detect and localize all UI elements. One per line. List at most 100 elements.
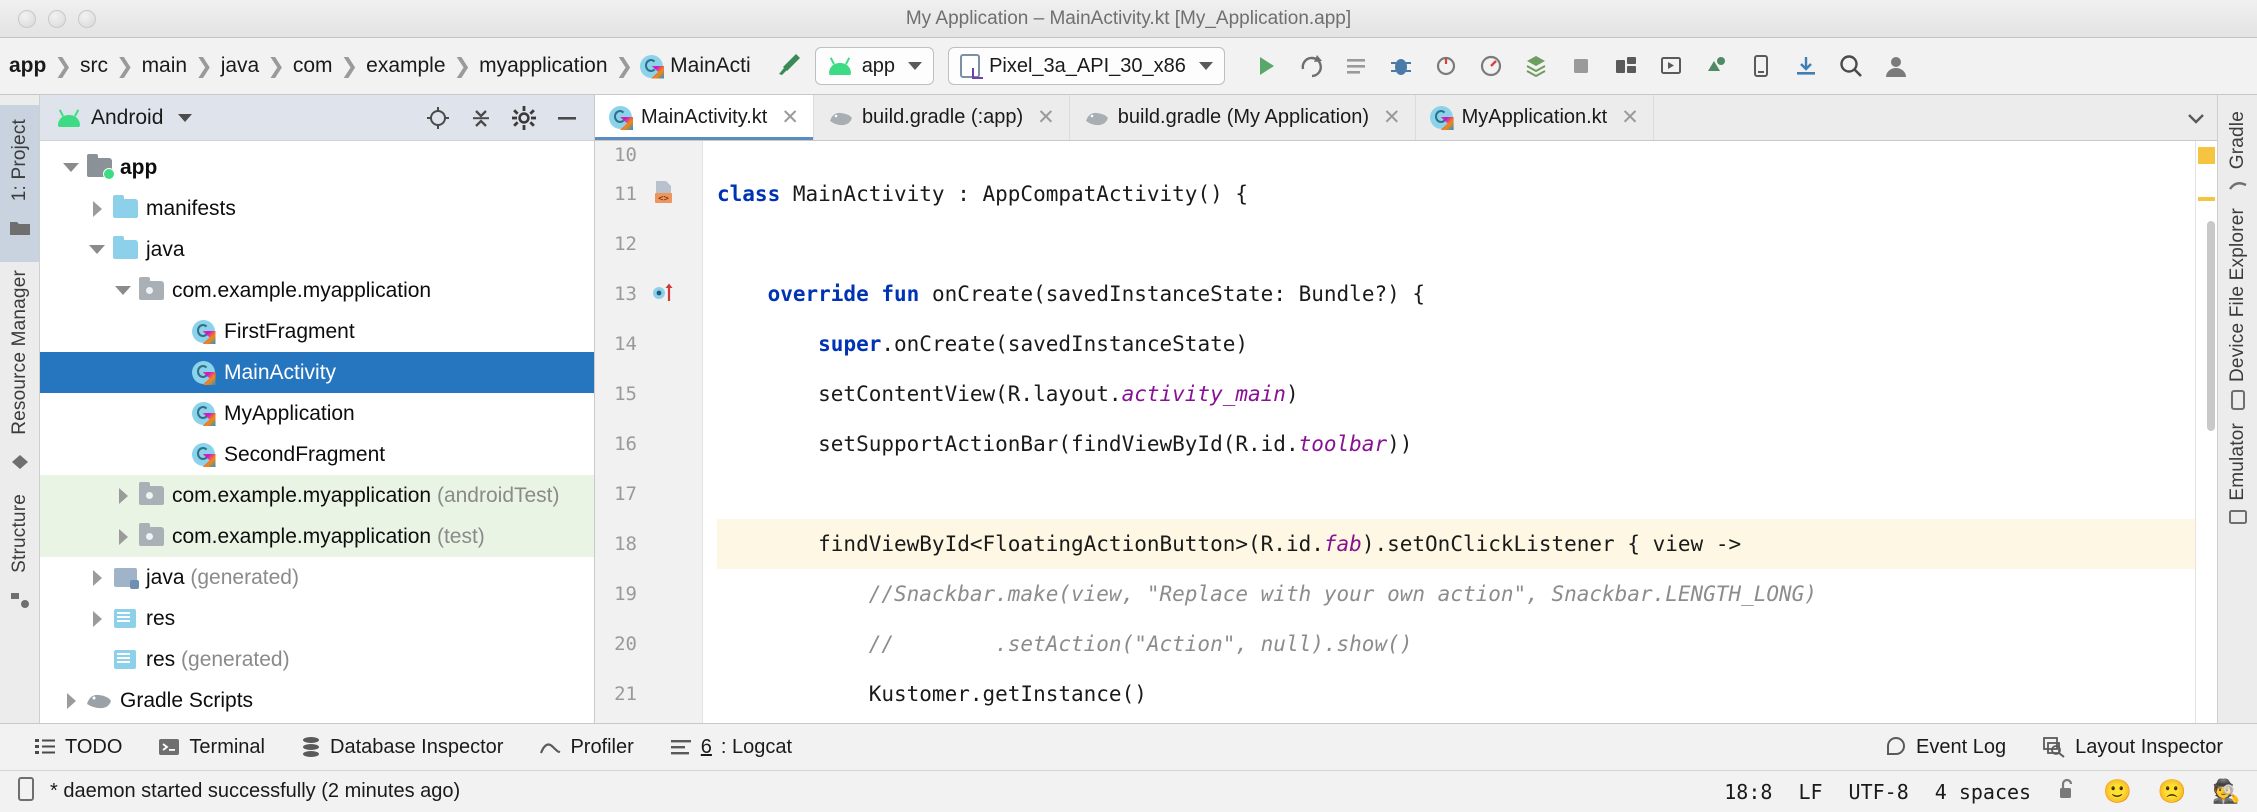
hide-panel-icon[interactable]	[550, 101, 584, 135]
code-line[interactable]: .openNewConversation()	[717, 719, 2195, 723]
sidebar-item-resource-manager[interactable]: Resource Manager	[9, 262, 31, 443]
editor-marker-bar[interactable]	[2195, 141, 2217, 723]
tree-row[interactable]: com.example.myapplication (androidTest)	[40, 475, 594, 516]
avatar-icon[interactable]	[1875, 45, 1917, 87]
breadcrumb-com[interactable]: com	[286, 54, 340, 78]
code-content[interactable]: class MainActivity : AppCompatActivity()…	[703, 141, 2195, 723]
breadcrumb-file[interactable]: MainActi	[634, 54, 757, 79]
breadcrumb-example[interactable]: example	[359, 54, 452, 78]
device-file-explorer-icon[interactable]	[1740, 45, 1782, 87]
tree-row[interactable]: res (generated)	[40, 639, 594, 680]
chevron-right-icon[interactable]	[84, 200, 110, 217]
chevron-down-icon[interactable]	[84, 245, 110, 254]
sidebar-item-structure[interactable]: Structure	[9, 486, 31, 581]
tree-row[interactable]: MyApplication	[40, 393, 594, 434]
chevron-down-icon[interactable]	[110, 286, 136, 295]
close-icon[interactable]: ✕	[1616, 105, 1639, 130]
debug-icon[interactable]	[1380, 45, 1422, 87]
gutter-line[interactable]: 12	[595, 219, 702, 269]
breadcrumb-java[interactable]: java	[214, 54, 267, 78]
tree-row[interactable]: FirstFragment	[40, 311, 594, 352]
chevron-right-icon[interactable]	[110, 487, 136, 504]
tab-overflow-chevron-down-icon[interactable]	[2175, 95, 2217, 140]
device-file-explorer-icon[interactable]	[2229, 390, 2247, 415]
project-tree[interactable]: app manifests java com.example.myapplicatio…	[40, 141, 594, 723]
emulator-icon[interactable]	[2228, 509, 2248, 532]
line-separator[interactable]: LF	[1798, 780, 1822, 804]
tree-row[interactable]: com.example.myapplication	[40, 270, 594, 311]
maximize-button[interactable]	[78, 9, 96, 28]
close-icon[interactable]: ✕	[776, 105, 799, 130]
device-manager-icon[interactable]	[1695, 45, 1737, 87]
code-line[interactable]: findViewById<FloatingActionButton>(R.id.…	[717, 519, 2195, 569]
override-method-marker-icon[interactable]	[651, 279, 679, 310]
avd-manager-icon[interactable]	[1650, 45, 1692, 87]
run-configuration-selector[interactable]: app	[814, 47, 935, 85]
breadcrumb-main[interactable]: main	[135, 54, 195, 78]
gradle-icon[interactable]	[2228, 177, 2248, 200]
chevron-right-icon[interactable]	[84, 610, 110, 627]
inspector-face-icon[interactable]: 🕵	[2212, 778, 2241, 805]
chevron-down-icon[interactable]	[58, 163, 84, 172]
code-line[interactable]: Kustomer.getInstance()	[717, 669, 2195, 719]
editor-tab[interactable]: MainActivity.kt ✕	[595, 95, 814, 140]
code-line[interactable]: setContentView(R.layout. activity_main)	[717, 369, 2195, 419]
close-icon[interactable]: ✕	[1378, 105, 1401, 130]
stop-icon[interactable]	[1335, 45, 1377, 87]
gutter-line[interactable]: 11 <>	[595, 169, 702, 219]
attach-debugger-icon[interactable]	[1425, 45, 1467, 87]
tree-row[interactable]: SecondFragment	[40, 434, 594, 475]
tree-row[interactable]: java (generated)	[40, 557, 594, 598]
tree-row[interactable]: Gradle Scripts	[40, 680, 594, 721]
code-line[interactable]	[717, 141, 2195, 169]
gutter-line[interactable]: 18	[595, 519, 702, 569]
tool-button-database-inspector[interactable]: Database Inspector	[283, 736, 521, 759]
sdk-manager-icon[interactable]	[1605, 45, 1647, 87]
code-line[interactable]: //Snackbar.make(view, "Replace with your…	[717, 569, 2195, 619]
stop-square-icon[interactable]	[1560, 45, 1602, 87]
file-encoding[interactable]: UTF-8	[1849, 780, 1909, 804]
chevron-right-icon[interactable]	[58, 692, 84, 709]
gutter-line[interactable]: 15	[595, 369, 702, 419]
tree-row[interactable]: res	[40, 598, 594, 639]
tree-row[interactable]: MainActivity	[40, 352, 594, 393]
resource-icon[interactable]	[9, 453, 31, 476]
tool-button-terminal[interactable]: Terminal	[140, 736, 283, 759]
code-line[interactable]	[717, 219, 2195, 269]
tool-button-layout-inspector[interactable]: Layout Inspector	[2024, 736, 2241, 759]
caret-position[interactable]: 18:8	[1724, 780, 1772, 804]
gutter-line[interactable]: 14	[595, 319, 702, 369]
tree-row[interactable]: com.example.myapplication (test)	[40, 516, 594, 557]
gutter-line[interactable]: 22	[595, 719, 702, 723]
window-controls[interactable]	[0, 9, 96, 28]
sidebar-item-emulator[interactable]: Emulator	[2227, 415, 2249, 509]
code-line[interactable]: setSupportActionBar(findViewById(R.id. to…	[717, 419, 2195, 469]
search-icon[interactable]	[1830, 45, 1872, 87]
device-selector[interactable]: Pixel_3a_API_30_x86	[948, 47, 1225, 85]
gutter-line[interactable]: 13	[595, 269, 702, 319]
breadcrumb-src[interactable]: src	[73, 54, 115, 78]
breadcrumb[interactable]: app ❯ src ❯ main ❯ java ❯ com ❯ example …	[0, 54, 757, 79]
apply-changes-icon[interactable]	[1290, 45, 1332, 87]
tree-row[interactable]: java	[40, 229, 594, 270]
editor-tab[interactable]: build.gradle (:app) ✕	[814, 95, 1070, 140]
breadcrumb-myapplication[interactable]: myapplication	[472, 54, 614, 78]
profiler-icon[interactable]	[1470, 45, 1512, 87]
gutter-line[interactable]: 19	[595, 569, 702, 619]
code-line[interactable]	[717, 469, 2195, 519]
chevron-right-icon[interactable]	[110, 528, 136, 545]
build-hammer-icon[interactable]	[773, 48, 805, 85]
sync-gradle-icon[interactable]	[1785, 45, 1827, 87]
indent-setting[interactable]: 4 spaces	[1935, 780, 2031, 804]
editor-scrollbar-thumb[interactable]	[2207, 221, 2215, 431]
gutter-line[interactable]: 21	[595, 669, 702, 719]
gutter-line[interactable]: 10	[595, 141, 702, 169]
layout-inspector-icon[interactable]	[1515, 45, 1557, 87]
tool-button-todo[interactable]: TODO	[16, 736, 140, 759]
structure-icon[interactable]	[9, 591, 31, 614]
code-line[interactable]: // .setAction("Action", null).show()	[717, 619, 2195, 669]
locate-icon[interactable]	[421, 101, 455, 135]
unlocked-icon[interactable]	[2057, 778, 2077, 806]
gutter-line[interactable]: 17	[595, 469, 702, 519]
gutter-line[interactable]: 16	[595, 419, 702, 469]
